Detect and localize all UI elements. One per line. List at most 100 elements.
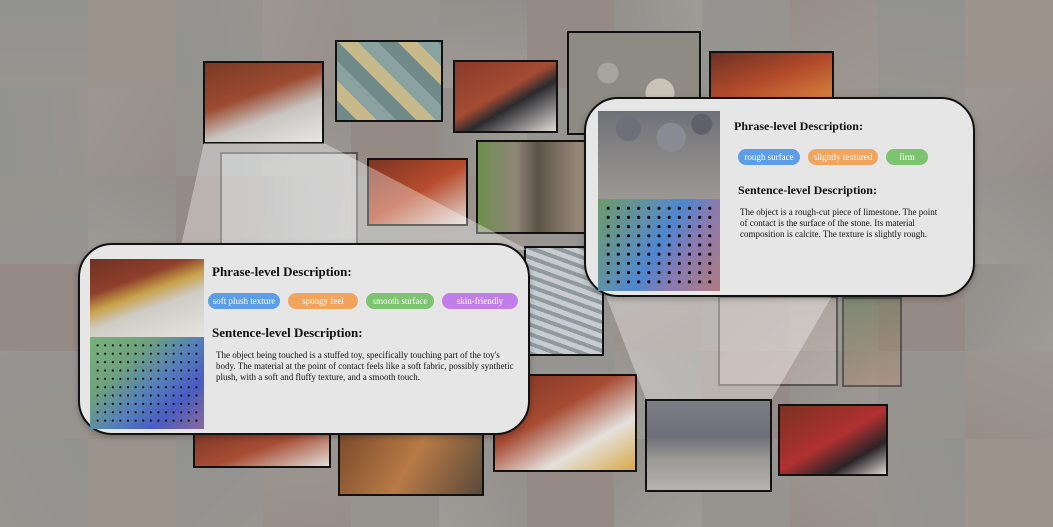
tactile-dot: [667, 271, 671, 275]
tactile-dot: [119, 377, 122, 380]
tactile-dot: [180, 419, 183, 422]
tactile-dot: [104, 386, 107, 389]
tactile-dot: [647, 234, 651, 238]
thumbnail-rocks-sand: [645, 399, 772, 492]
tactile-dot: [142, 344, 145, 347]
tactile-dot: [195, 411, 198, 414]
tactile-dot: [172, 344, 175, 347]
tactile-dot: [164, 369, 168, 372]
tactile-dot: [119, 369, 122, 372]
tactile-dot: [119, 419, 122, 422]
thumbnail-wooden-bowl: [338, 428, 484, 496]
tactile-dot: [134, 411, 137, 414]
thumbnail-fabric-pink: [718, 296, 838, 386]
tactile-dot: [626, 280, 631, 284]
tactile-dot: [616, 252, 620, 256]
tactile-dot: [606, 271, 610, 275]
tactile-dot: [647, 225, 651, 229]
tactile-dot: [134, 386, 137, 389]
tactile-dot: [657, 271, 661, 275]
tactile-dot: [708, 206, 712, 210]
tactile-dot: [667, 225, 671, 229]
tactile-dot: [187, 394, 190, 397]
tactile-dot: [698, 206, 702, 210]
tactile-dot: [687, 215, 692, 219]
tactile-dot: [96, 402, 99, 405]
tactile-dot: [637, 206, 641, 210]
tactile-dot: [157, 411, 160, 414]
tactile-dot: [637, 271, 641, 275]
tactile-dot: [616, 206, 620, 210]
thumbnail-robot-toy: [203, 61, 324, 144]
tactile-dot: [119, 402, 122, 405]
tactile-dot: [698, 252, 702, 256]
tactile-dot: [187, 386, 190, 389]
tactile-dot: [157, 352, 160, 355]
tactile-dot: [708, 225, 712, 229]
tactile-dot: [606, 215, 610, 219]
tactile-dot: [157, 361, 160, 364]
tactile-dot: [667, 206, 671, 210]
tactile-dot: [104, 402, 107, 405]
tactile-dot: [187, 377, 190, 380]
tactile-dot: [96, 344, 99, 347]
tactile-dot: [172, 411, 175, 414]
tactile-dot: [134, 361, 137, 364]
thumbnail-wood-sign: [220, 152, 358, 248]
tactile-dot: [126, 394, 130, 397]
tactile-dot: [637, 261, 641, 265]
tactile-dot: [195, 352, 198, 355]
tactile-dot: [180, 361, 183, 364]
tactile-dot: [626, 215, 631, 219]
tactile-dot: [180, 344, 183, 347]
tactile-dot: [172, 402, 175, 405]
tactile-dot: [647, 252, 651, 256]
tactile-dot: [172, 361, 175, 364]
tactile-dot: [164, 352, 168, 355]
tactile-dot: [180, 369, 183, 372]
tactile-dot: [657, 252, 661, 256]
tactile-dot: [677, 261, 681, 265]
left-card-tactile-map: [90, 337, 204, 429]
tactile-dot: [637, 252, 641, 256]
tactile-dot: [616, 280, 620, 284]
tactile-dot: [637, 280, 641, 284]
tactile-dot: [677, 215, 681, 219]
tactile-dot: [104, 352, 107, 355]
left-description-card: Phrase-level Description: soft plush tex…: [78, 243, 530, 435]
right-tag-list: rough surface slightly textured firm: [738, 149, 928, 165]
tactile-dot: [195, 361, 198, 364]
tactile-dot: [149, 419, 152, 422]
tactile-dot: [172, 369, 175, 372]
tactile-dot: [172, 377, 175, 380]
tactile-dot: [626, 252, 631, 256]
tactile-dot: [626, 271, 631, 275]
tactile-dot: [195, 402, 198, 405]
tactile-dot: [149, 352, 152, 355]
left-card-photo: [90, 259, 204, 337]
tactile-dot: [606, 252, 610, 256]
tactile-dot: [708, 215, 712, 219]
tactile-dot: [647, 271, 651, 275]
tactile-dot: [111, 394, 114, 397]
tactile-dot: [187, 419, 190, 422]
tactile-dot: [157, 394, 160, 397]
tactile-dot: [142, 352, 145, 355]
right-card-image: [598, 111, 720, 291]
tactile-dot: [111, 411, 114, 414]
tactile-dot: [172, 352, 175, 355]
tactile-dot: [195, 394, 198, 397]
tactile-dot: [96, 419, 99, 422]
tactile-dot: [698, 234, 702, 238]
tactile-dot: [157, 402, 160, 405]
tactile-dot: [667, 261, 671, 265]
tactile-dot: [164, 386, 168, 389]
tactile-dot: [195, 369, 198, 372]
tactile-dot: [687, 252, 692, 256]
tactile-dot: [708, 261, 712, 265]
tactile-dot: [606, 243, 610, 247]
tactile-dot: [142, 394, 145, 397]
tactile-dot: [180, 352, 183, 355]
right-tactile-dot-grid: [606, 206, 712, 284]
tactile-dot: [606, 225, 610, 229]
